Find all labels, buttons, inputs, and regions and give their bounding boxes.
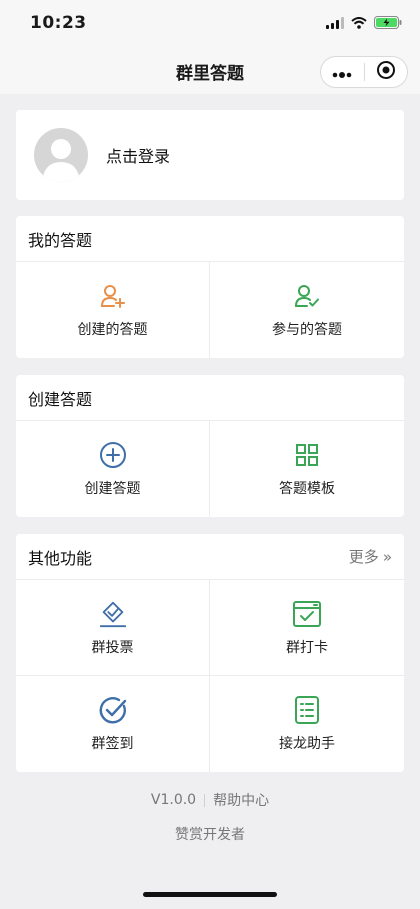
group-vote-button[interactable]: 群投票 <box>16 580 210 676</box>
version-label: V1.0.0 <box>150 792 197 808</box>
nav-bar: 群里答题 <box>0 50 420 94</box>
donate-link[interactable]: 赞赏开发者 <box>0 824 420 844</box>
created-quizzes-button[interactable]: 创建的答题 <box>16 262 210 358</box>
relay-assistant-button[interactable]: 接龙助手 <box>210 676 404 772</box>
create-quiz-button[interactable]: 创建答题 <box>16 421 210 517</box>
cell-label: 创建的答题 <box>77 322 148 338</box>
more-link[interactable]: 更多 » <box>349 546 392 567</box>
section-title: 其他功能 <box>28 548 93 568</box>
user-check-icon <box>292 281 322 311</box>
group-checkin-button[interactable]: 群打卡 <box>210 580 404 676</box>
cell-label: 群打卡 <box>286 639 328 656</box>
more-menu-button[interactable] <box>321 57 364 87</box>
cell-label: 群投票 <box>91 639 134 656</box>
cell-label: 答题模板 <box>279 481 335 497</box>
my-quiz-header: 我的答题 <box>16 216 404 262</box>
home-indicator <box>143 892 277 897</box>
footer-links: V1.0.0 帮助中心 <box>0 790 420 810</box>
close-miniprogram-button[interactable] <box>365 57 408 87</box>
list-icon <box>292 695 322 725</box>
cell-label: 接龙助手 <box>279 736 335 752</box>
user-add-icon <box>98 281 128 311</box>
joined-quizzes-button[interactable]: 参与的答题 <box>210 262 404 358</box>
more-label: 更多 <box>348 548 379 566</box>
avatar <box>34 128 88 182</box>
quiz-templates-button[interactable]: 答题模板 <box>210 421 404 517</box>
other-features-header: 其他功能 更多 » <box>16 534 404 580</box>
miniprogram-capsule <box>320 56 408 88</box>
sign-icon <box>98 695 128 725</box>
plus-circle-icon <box>98 440 128 470</box>
other-features-section: 其他功能 更多 » 群投票 群打卡 群签到 接龙助手 <box>16 534 404 772</box>
status-icons <box>326 14 402 33</box>
checkin-icon <box>292 599 322 629</box>
login-label: 点击登录 <box>106 147 171 166</box>
create-quiz-section: 创建答题 创建答题 答题模板 <box>16 375 404 517</box>
wifi-icon <box>351 14 367 33</box>
help-center-link[interactable]: 帮助中心 <box>213 790 269 810</box>
default-avatar-icon <box>42 139 80 182</box>
battery-icon <box>374 14 402 33</box>
status-bar: 10:23 <box>0 0 420 50</box>
section-title: 我的答题 <box>28 230 93 250</box>
more-dots-icon <box>332 63 352 82</box>
signal-icon <box>326 14 344 33</box>
login-card[interactable]: 点击登录 <box>16 110 404 200</box>
create-quiz-header: 创建答题 <box>16 375 404 421</box>
section-title: 创建答题 <box>28 389 93 409</box>
chevron-right-double-icon: » <box>382 547 392 566</box>
cell-label: 群签到 <box>91 736 134 752</box>
target-icon <box>376 60 396 84</box>
group-signin-button[interactable]: 群签到 <box>16 676 210 772</box>
vote-icon <box>98 599 128 629</box>
cell-label: 创建答题 <box>84 481 141 497</box>
status-time: 10:23 <box>30 13 87 33</box>
footer-divider <box>204 793 206 807</box>
grid-icon <box>292 440 322 470</box>
cell-label: 参与的答题 <box>272 322 342 338</box>
my-quiz-section: 我的答题 创建的答题 参与的答题 <box>16 216 404 358</box>
